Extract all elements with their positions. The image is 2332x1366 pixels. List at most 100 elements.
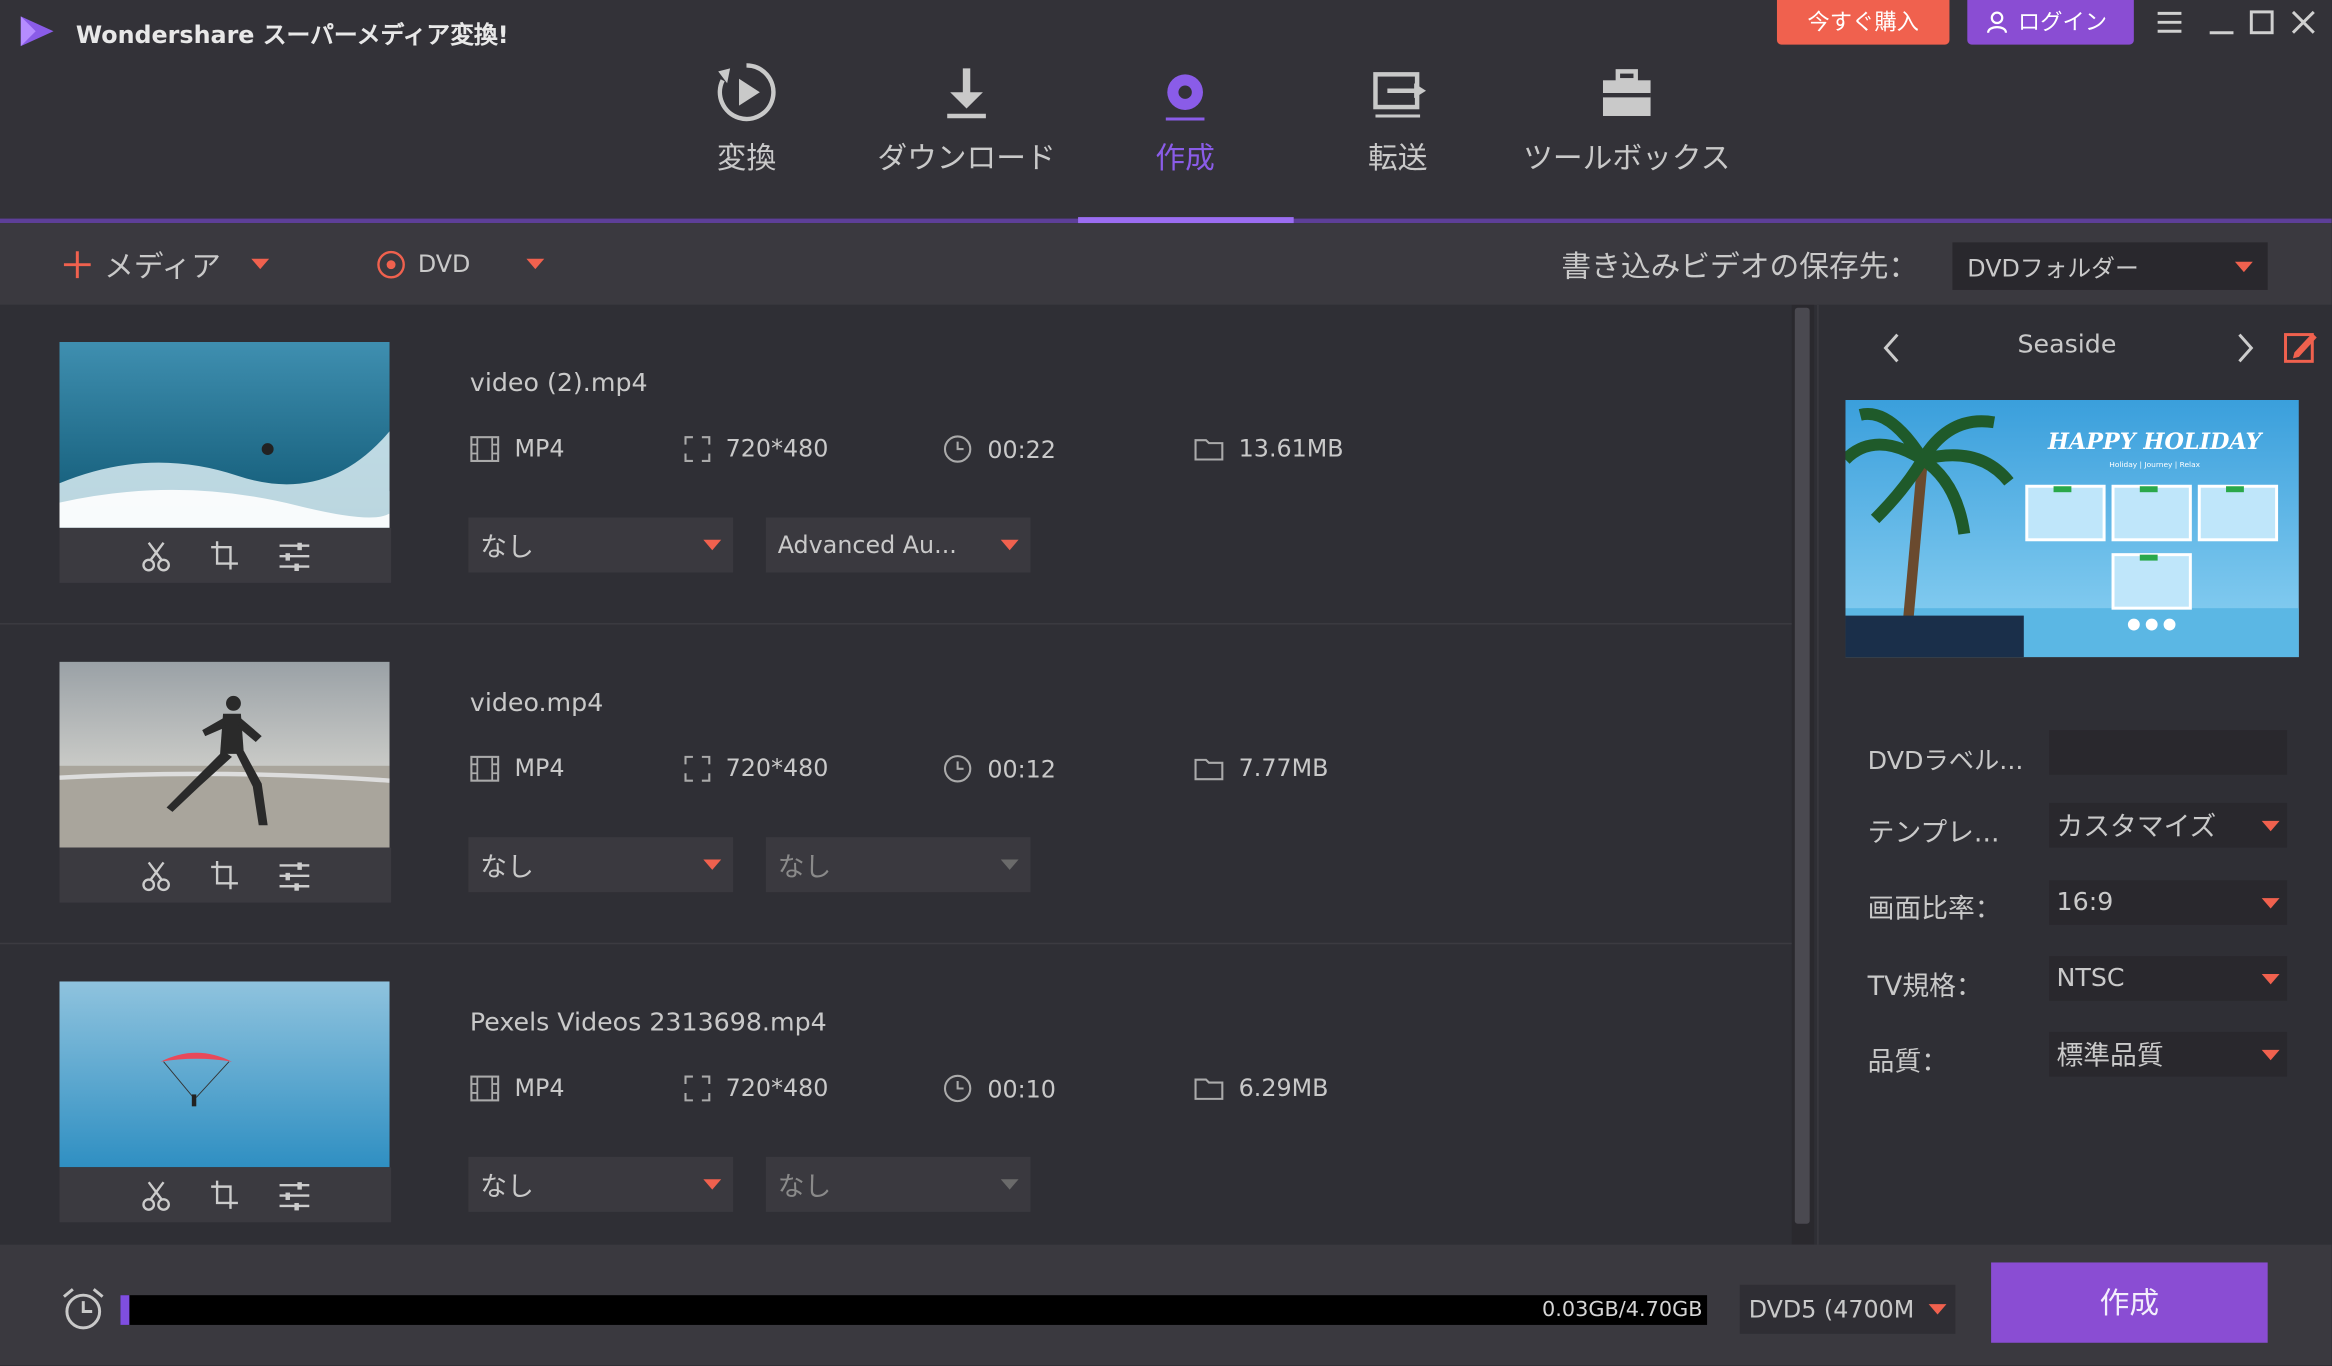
add-media-button[interactable]: メディア bbox=[62, 223, 269, 305]
clock-icon bbox=[943, 755, 972, 783]
chevron-right-icon[interactable] bbox=[2233, 330, 2257, 366]
save-to-select[interactable]: DVDフォルダー bbox=[1952, 242, 2268, 290]
chevron-down-icon bbox=[2261, 973, 2280, 984]
app-logo-icon bbox=[20, 16, 54, 47]
subtitle-value: なし bbox=[480, 1171, 534, 1203]
video-size: 13.61MB bbox=[1194, 434, 1344, 462]
create-button[interactable]: 作成 bbox=[1991, 1262, 2268, 1343]
template-name: Seaside bbox=[2017, 330, 2117, 360]
template-preview-image: HAPPY HOLIDAY Holiday | Journey | Relax bbox=[1845, 400, 2299, 658]
chevron-down-icon bbox=[1000, 1179, 1019, 1190]
template-select[interactable]: カスタマイズ bbox=[2049, 802, 2288, 848]
chevron-down-icon bbox=[1928, 1304, 1947, 1315]
size-value: 13.61MB bbox=[1238, 434, 1344, 463]
quality-select[interactable]: 標準品質 bbox=[2049, 1031, 2288, 1077]
video-resolution: 720*480 bbox=[684, 754, 828, 782]
audio-track-select[interactable]: なし bbox=[765, 1156, 1031, 1212]
crop-icon[interactable] bbox=[209, 859, 239, 892]
chevron-down-icon[interactable] bbox=[250, 258, 269, 270]
minimize-icon[interactable] bbox=[2205, 6, 2238, 39]
scissors-icon[interactable] bbox=[141, 539, 171, 572]
resolution-icon bbox=[684, 1074, 711, 1101]
clock-icon bbox=[943, 435, 972, 463]
video-format: MP4 bbox=[470, 434, 565, 462]
subtitle-select[interactable]: なし bbox=[468, 1156, 734, 1212]
disc-usage-fill bbox=[120, 1295, 130, 1325]
video-filename: video.mp4 bbox=[469, 688, 604, 719]
video-duration: 00:10 bbox=[943, 1074, 1056, 1104]
folder-icon bbox=[1194, 758, 1224, 780]
effects-sliders-icon[interactable] bbox=[277, 859, 310, 892]
audio-track-select[interactable]: Advanced Au... bbox=[765, 517, 1031, 573]
scissors-icon[interactable] bbox=[141, 859, 171, 892]
menu-icon[interactable] bbox=[2153, 6, 2186, 39]
app-window: Wondershare スーパーメディア変換! 今すぐ購入 ログイン 変換 ダウ… bbox=[0, 0, 2332, 1366]
disc-usage-bar bbox=[120, 1295, 1708, 1325]
chevron-down-icon[interactable] bbox=[526, 258, 545, 270]
crop-icon[interactable] bbox=[209, 1178, 239, 1211]
format-value: MP4 bbox=[514, 1073, 565, 1102]
video-format: MP4 bbox=[470, 754, 565, 782]
video-thumbnail[interactable] bbox=[59, 342, 390, 528]
tv-standard-select[interactable]: NTSC bbox=[2049, 956, 2288, 1001]
video-thumbnail[interactable] bbox=[59, 981, 390, 1168]
tab-create[interactable]: 作成 bbox=[1126, 59, 1245, 178]
subtitle-select[interactable]: なし bbox=[468, 837, 734, 893]
tab-label: ダウンロード bbox=[877, 139, 1056, 176]
folder-icon bbox=[1194, 1077, 1224, 1100]
video-format: MP4 bbox=[470, 1074, 565, 1102]
subtitle-select[interactable]: なし bbox=[468, 517, 734, 573]
crop-icon[interactable] bbox=[209, 539, 239, 572]
tab-download[interactable]: ダウンロード bbox=[870, 59, 1063, 178]
disc-burn-icon bbox=[1165, 74, 1205, 121]
duration-value: 00:22 bbox=[987, 434, 1056, 464]
scissors-icon[interactable] bbox=[141, 1178, 171, 1211]
download-icon bbox=[947, 68, 986, 119]
resolution-value: 720*480 bbox=[725, 753, 829, 783]
tab-label: 作成 bbox=[1155, 139, 1215, 176]
audio-track-select[interactable]: なし bbox=[765, 837, 1031, 893]
alarm-clock-icon[interactable] bbox=[59, 1285, 107, 1333]
film-icon bbox=[470, 755, 500, 781]
effects-sliders-icon[interactable] bbox=[277, 1178, 310, 1211]
login-button[interactable]: ログイン bbox=[1967, 0, 2134, 45]
tab-transfer[interactable]: 転送 bbox=[1338, 59, 1457, 178]
duration-value: 00:12 bbox=[987, 754, 1056, 783]
disc-size-select[interactable]: DVD5 (4700M bbox=[1739, 1284, 1956, 1334]
user-icon bbox=[1987, 11, 2008, 34]
disc-type-selector[interactable]: DVD bbox=[376, 223, 545, 305]
tab-toolbox[interactable]: ツールボックス bbox=[1517, 59, 1737, 178]
video-thumbnail[interactable] bbox=[59, 661, 390, 848]
buy-now-button[interactable]: 今すぐ購入 bbox=[1776, 0, 1950, 45]
dvd-label-input[interactable] bbox=[2049, 730, 2288, 775]
template-preview[interactable]: HAPPY HOLIDAY Holiday | Journey | Relax bbox=[1845, 400, 2299, 658]
video-size: 6.29MB bbox=[1194, 1074, 1328, 1102]
quality-label: 品質： bbox=[1867, 1046, 1948, 1079]
chevron-down-icon bbox=[2234, 260, 2253, 272]
edit-icon[interactable] bbox=[2283, 329, 2319, 365]
preview-subtitle: Holiday | Journey | Relax bbox=[2109, 460, 2200, 469]
maximize-icon[interactable] bbox=[2245, 6, 2278, 39]
size-value: 7.77MB bbox=[1238, 753, 1329, 783]
close-icon[interactable] bbox=[2287, 6, 2320, 39]
chevron-down-icon bbox=[1000, 859, 1019, 870]
format-value: MP4 bbox=[514, 753, 565, 783]
tab-label: ツールボックス bbox=[1523, 139, 1731, 176]
subtitle-value: なし bbox=[480, 531, 534, 563]
save-to-value: DVDフォルダー bbox=[1967, 254, 2139, 283]
aspect-ratio-select[interactable]: 16:9 bbox=[2049, 880, 2288, 925]
format-value: MP4 bbox=[514, 434, 565, 463]
thumbnail-toolbar bbox=[59, 527, 392, 583]
disc-icon bbox=[377, 250, 405, 278]
chevron-left-icon[interactable] bbox=[1880, 330, 1904, 366]
scrollbar-thumb[interactable] bbox=[1794, 307, 1810, 1224]
effects-sliders-icon[interactable] bbox=[277, 539, 310, 572]
video-duration: 00:22 bbox=[943, 434, 1056, 464]
clock-icon bbox=[943, 1074, 972, 1103]
disc-size-value: DVD5 (4700M bbox=[1748, 1295, 1915, 1324]
thumbnail-toolbar bbox=[59, 847, 392, 903]
template-label: テンプレ... bbox=[1867, 817, 2000, 850]
chevron-down-icon bbox=[2261, 897, 2280, 908]
resolution-icon bbox=[684, 755, 711, 781]
tab-convert[interactable]: 変換 bbox=[687, 59, 806, 178]
